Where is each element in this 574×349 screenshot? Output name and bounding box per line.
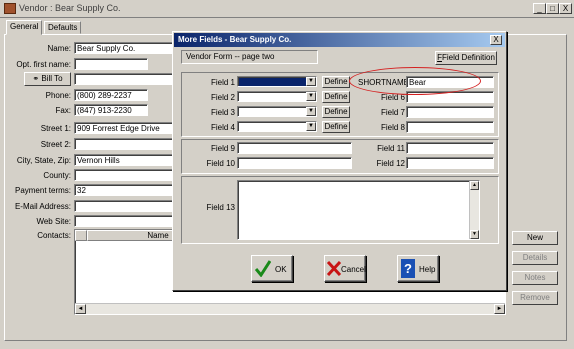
- chevron-down-icon[interactable]: ▼: [306, 77, 316, 86]
- field10-label: Field 10: [206, 159, 235, 168]
- dialog-title: More Fields - Bear Supply Co.: [178, 35, 292, 44]
- street1-field[interactable]: 909 Forrest Edge Drive: [74, 122, 174, 134]
- opt-first-name-label: Opt. first name:: [16, 60, 71, 69]
- phone-label: Phone:: [45, 91, 71, 100]
- field1-label: Field 1: [210, 78, 235, 87]
- field13-textarea[interactable]: ▲ ▼: [237, 180, 480, 240]
- contacts-label: Contacts:: [37, 231, 71, 240]
- field7-label: Field 7: [380, 108, 405, 117]
- window-title: Vendor : Bear Supply Co.: [19, 3, 121, 13]
- define-button-1[interactable]: Define: [322, 76, 350, 88]
- vertical-scrollbar[interactable]: ▲ ▼: [469, 181, 479, 239]
- minimize-button[interactable]: _: [533, 3, 546, 14]
- field4-dropdown[interactable]: ▼: [237, 121, 317, 132]
- fax-label: Fax:: [55, 106, 71, 115]
- define-button-2[interactable]: Define: [322, 91, 350, 103]
- opt-first-name-field[interactable]: [74, 58, 148, 70]
- field2-dropdown[interactable]: ▼: [237, 91, 317, 102]
- county-label: County:: [43, 171, 71, 180]
- field3-label: Field 3: [210, 108, 235, 117]
- email-label: E-Mail Address:: [14, 202, 71, 211]
- notes-button[interactable]: Notes: [512, 271, 558, 285]
- help-button[interactable]: ? Help: [397, 255, 439, 282]
- payment-terms-label: Payment terms:: [14, 186, 71, 195]
- field7-input[interactable]: [406, 106, 494, 118]
- scroll-right-icon[interactable]: ►: [494, 304, 505, 314]
- field9-label: Field 9: [210, 144, 235, 153]
- phone-field[interactable]: (800) 289-2237: [74, 89, 148, 101]
- field8-label: Field 8: [380, 123, 405, 132]
- grid-corner: [75, 230, 87, 241]
- window-title-bar: Vendor : Bear Supply Co. _ □ X: [0, 0, 574, 18]
- email-field[interactable]: [74, 200, 174, 212]
- bill-to-button[interactable]: ⚭ Bill To: [24, 72, 71, 86]
- fax-field[interactable]: (847) 913-2230: [74, 104, 148, 116]
- define-button-3[interactable]: Define: [322, 106, 350, 118]
- field12-label: Field 12: [376, 159, 405, 168]
- street2-field[interactable]: [74, 138, 174, 150]
- name-field[interactable]: Bear Supply Co.: [74, 42, 174, 54]
- x-mark-icon: [327, 261, 341, 276]
- field1-dropdown[interactable]: ▼: [237, 76, 317, 87]
- dialog-title-bar: More Fields - Bear Supply Co. X: [174, 33, 505, 47]
- street2-label: Street 2:: [40, 140, 71, 149]
- bill-to-field[interactable]: [74, 73, 174, 85]
- field9-input[interactable]: [237, 142, 352, 154]
- maximize-button[interactable]: □: [546, 3, 559, 14]
- city-field[interactable]: Vernon Hills: [74, 154, 174, 166]
- street1-label: Street 1:: [40, 124, 71, 133]
- city-state-zip-label: City, State, Zip:: [16, 156, 71, 165]
- new-button[interactable]: New: [512, 231, 558, 245]
- dialog-close-button[interactable]: X: [490, 35, 502, 45]
- app-icon: [4, 3, 16, 14]
- chevron-down-icon[interactable]: ▼: [306, 92, 316, 101]
- field13-label: Field 13: [206, 203, 235, 212]
- close-button[interactable]: X: [559, 3, 572, 14]
- county-field[interactable]: [74, 169, 174, 181]
- field8-input[interactable]: [406, 121, 494, 133]
- chevron-down-icon[interactable]: ▼: [306, 122, 316, 131]
- name-label: Name:: [47, 44, 71, 53]
- cancel-button[interactable]: Cancel: [324, 255, 366, 282]
- field-definition-button[interactable]: FField Definition: [435, 51, 497, 65]
- payment-terms-field[interactable]: 32: [74, 184, 174, 196]
- scroll-up-icon[interactable]: ▲: [470, 181, 479, 190]
- annotation-ellipse: [349, 67, 481, 95]
- website-label: Web Site:: [36, 217, 71, 226]
- tab-defaults[interactable]: Defaults: [44, 21, 82, 34]
- details-button[interactable]: Details: [512, 251, 558, 265]
- field11-label: Field 11: [377, 144, 405, 153]
- help-icon: ?: [401, 259, 415, 278]
- horizontal-scrollbar[interactable]: ◄ ►: [75, 303, 505, 314]
- chevron-down-icon[interactable]: ▼: [306, 107, 316, 116]
- define-button-4[interactable]: Define: [322, 121, 350, 133]
- field2-label: Field 2: [210, 93, 235, 102]
- checkmark-icon: [255, 260, 271, 277]
- ok-button[interactable]: OK: [251, 255, 293, 282]
- scroll-down-icon[interactable]: ▼: [470, 230, 479, 239]
- remove-button[interactable]: Remove: [512, 291, 558, 305]
- scroll-left-icon[interactable]: ◄: [75, 304, 86, 314]
- website-field[interactable]: [74, 215, 174, 227]
- tab-general[interactable]: General: [6, 20, 43, 35]
- field3-dropdown[interactable]: ▼: [237, 106, 317, 117]
- field10-input[interactable]: [237, 157, 352, 169]
- field11-input[interactable]: [406, 142, 494, 154]
- field4-label: Field 4: [210, 123, 235, 132]
- page-caption: Vendor Form -- page two: [181, 50, 318, 64]
- field12-input[interactable]: [406, 157, 494, 169]
